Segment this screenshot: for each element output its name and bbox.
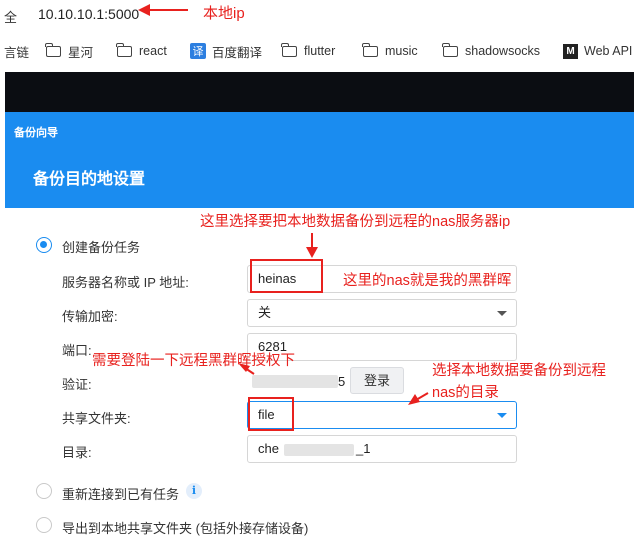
annotation-nas-is-mine: 这里的nas就是我的黑群晖: [343, 273, 512, 289]
annotation-select-remote: 这里选择要把本地数据备份到远程的nas服务器ip: [200, 214, 511, 230]
local-ip-arrow-head: [138, 4, 150, 16]
annotation-login-note: 需要登陆一下远程黑群晖授权下: [92, 353, 295, 369]
annotation-arrows: [138, 4, 429, 405]
server-arrow-head: [306, 247, 318, 258]
dir-arrow-head: [408, 394, 420, 405]
annotation-select-dir-2: nas的目录: [432, 385, 499, 401]
annotation-local-ip: 本地ip: [203, 5, 245, 22]
annotation-select-dir-1: 选择本地数据要备份到远程: [432, 363, 606, 379]
